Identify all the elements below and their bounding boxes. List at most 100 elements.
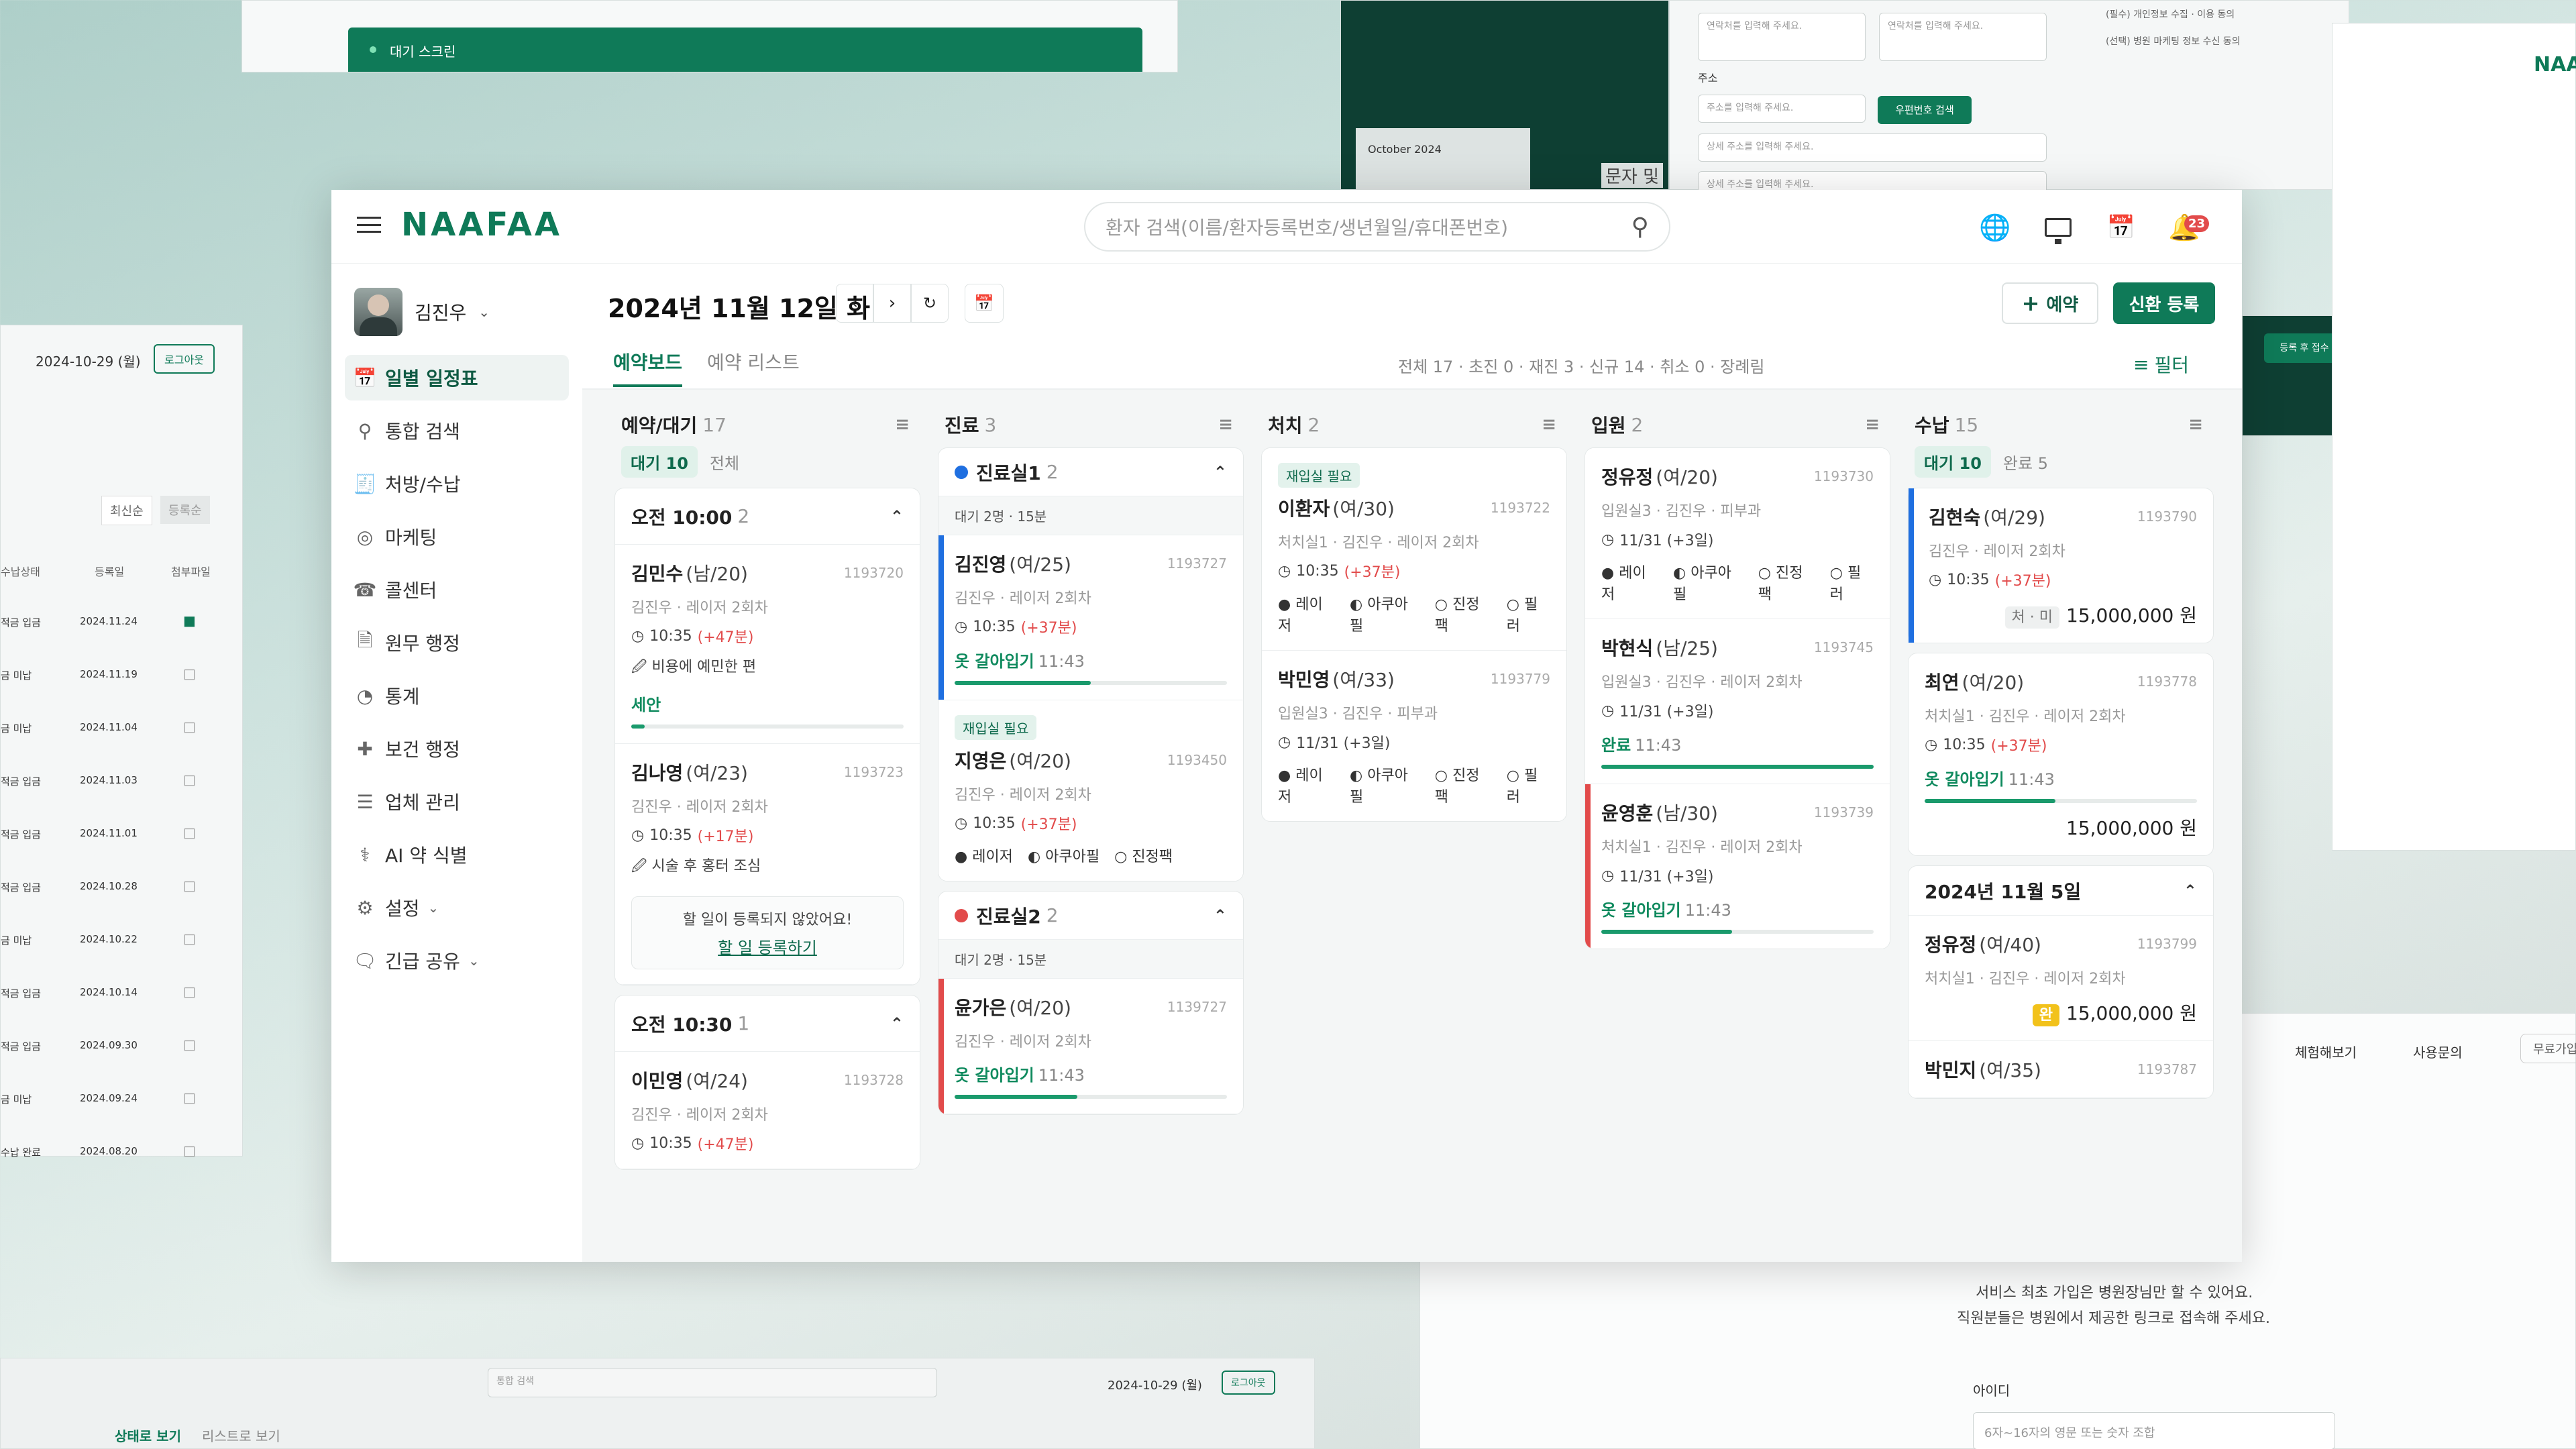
sidebar-item-11[interactable]: 🗨 긴급 공유 ⌄ bbox=[345, 938, 569, 983]
sidebar-item-10[interactable]: ⚙ 설정 ⌄ bbox=[345, 885, 569, 930]
chip-waiting[interactable]: 대기 10 bbox=[621, 445, 698, 478]
tab-list[interactable]: 예약 리스트 bbox=[707, 348, 800, 375]
chevron-up-icon[interactable]: ⌃ bbox=[1214, 906, 1227, 925]
folder-icon[interactable]: □ bbox=[183, 983, 196, 1000]
bg-form-phone-a[interactable]: 연락처를 입력해 주세요. bbox=[1698, 13, 1866, 61]
app-logo[interactable]: NAAFAA bbox=[401, 206, 562, 244]
bg-nav-try[interactable]: 체험해보기 bbox=[2295, 1042, 2357, 1061]
sidebar-item-7[interactable]: ✚ 보건 행정 bbox=[345, 726, 569, 771]
bg-nav-ask[interactable]: 사용문의 bbox=[2413, 1042, 2463, 1061]
sort-icon[interactable]: ≡ bbox=[1542, 415, 1556, 435]
payment-card[interactable]: 최연 (여/20) 1193778 처치실1 · 김진우 · 레이저 2회차 ◷ 10… bbox=[1908, 653, 2214, 856]
patient-card[interactable]: 박현식 (남/25) 1193745 입원실3 · 김진우 · 레이저 2회차 ◷ 1… bbox=[1585, 619, 1890, 784]
bg-form-detail-a[interactable]: 상세 주소를 입력해 주세요. bbox=[1698, 133, 2047, 162]
next-day-button[interactable]: › bbox=[873, 284, 911, 323]
hamburger-icon[interactable] bbox=[357, 213, 381, 237]
treatment-option[interactable]: ○ 진정팩 bbox=[1435, 592, 1492, 635]
bg-agree-optional[interactable]: (선택) 병원 마케팅 정보 수신 동의 bbox=[2106, 34, 2241, 48]
chevron-up-icon[interactable]: ⌃ bbox=[890, 507, 904, 526]
date-group-header[interactable]: 2024년 11월 5일 ⌃ bbox=[1909, 866, 2213, 916]
treatment-option[interactable]: ● 레이저 bbox=[955, 845, 1013, 866]
treatment-option[interactable]: ◐ 아쿠아필 bbox=[1673, 561, 1743, 604]
sort-icon[interactable]: ≡ bbox=[895, 415, 910, 435]
bg-agree-required[interactable]: (필수) 개인정보 수집 · 이용 동의 bbox=[2106, 7, 2235, 21]
bg-left-logout[interactable]: 로그아웃 bbox=[154, 344, 215, 374]
treatment-option[interactable]: ○ 필러 bbox=[1507, 763, 1550, 806]
payment-card[interactable]: 정유정 (여/40) 1193799 처치실1 · 김진우 · 레이저 2회차 완1… bbox=[1909, 916, 2213, 1041]
sidebar-item-4[interactable]: ☎ 콜센터 bbox=[345, 567, 569, 612]
bg-bottom-search[interactable]: 통합 검색 bbox=[488, 1368, 937, 1397]
sidebar-item-2[interactable]: 🧾 처방/수납 bbox=[345, 461, 569, 506]
prev-day-button[interactable]: ‹ bbox=[836, 284, 873, 323]
bg-bottom-tab-list[interactable]: 리스트로 보기 bbox=[202, 1426, 280, 1445]
treatment-option[interactable]: ○ 진정팩 bbox=[1758, 561, 1815, 604]
room-group-header[interactable]: 진료실2 2 ⌃ bbox=[938, 892, 1243, 940]
folder-icon[interactable]: □ bbox=[183, 877, 196, 894]
chip-waiting[interactable]: 대기 10 bbox=[1915, 445, 1991, 478]
filter-button[interactable]: ≡ 필터 bbox=[2133, 351, 2189, 378]
patient-card[interactable]: 재입실 필요 이환자 (여/30) 1193722 처치실1 · 김진우 · 레이저… bbox=[1262, 448, 1566, 651]
bg-left-sort-latest[interactable]: 최신순 bbox=[101, 496, 152, 525]
chip-done[interactable]: 완료 5 bbox=[2003, 450, 2048, 474]
add-todo-link[interactable]: 할 일 등록하기 bbox=[643, 934, 892, 958]
patient-card[interactable]: 이민영 (여/24) 1193728 김진우 · 레이저 2회차 ◷ 10:35 (+4… bbox=[615, 1052, 920, 1169]
bg-form-addr[interactable]: 주소를 입력해 주세요. bbox=[1698, 95, 1866, 123]
treatment-option[interactable]: ○ 진정팩 bbox=[1435, 763, 1492, 806]
patient-card[interactable]: 김나영 (여/23) 1193723 김진우 · 레이저 2회차 ◷ 10:35 (+1… bbox=[615, 744, 920, 985]
folder-icon[interactable]: □ bbox=[183, 718, 196, 735]
sidebar-item-9[interactable]: ⚕ AI 약 식별 bbox=[345, 832, 569, 877]
bg-bottom-tab-state[interactable]: 상태로 보기 bbox=[115, 1426, 181, 1445]
time-group-header[interactable]: 오전 10:00 2 ⌃ bbox=[615, 488, 920, 545]
date-picker-button[interactable]: 📅 bbox=[965, 284, 1004, 323]
folder-icon[interactable]: ■ bbox=[183, 612, 196, 629]
treatment-option[interactable]: ◐ 아쿠아필 bbox=[1028, 845, 1099, 866]
refresh-button[interactable]: ↻ bbox=[911, 284, 949, 323]
folder-icon[interactable]: □ bbox=[183, 1089, 196, 1106]
sidebar-item-8[interactable]: ☰ 업체 관리 bbox=[345, 779, 569, 824]
sort-icon[interactable]: ≡ bbox=[1865, 415, 1880, 435]
new-patient-button[interactable]: 신환 등록 bbox=[2113, 282, 2215, 324]
treatment-option[interactable]: ● 레이저 bbox=[1278, 763, 1335, 806]
sidebar-item-1[interactable]: ⚲ 통합 검색 bbox=[345, 408, 569, 453]
treatment-option[interactable]: ○ 진정팩 bbox=[1114, 845, 1173, 866]
bg-nav-free[interactable]: 무료가입 bbox=[2520, 1034, 2576, 1063]
patient-card[interactable]: 김진영 (여/25) 1193727 김진우 · 레이저 2회차 ◷ 10:35 (+3… bbox=[938, 535, 1243, 700]
patient-card[interactable]: 정유정 (여/20) 1193730 입원실3 · 김진우 · 피부과 ◷ 11/31… bbox=[1585, 448, 1890, 619]
chevron-up-icon[interactable]: ⌃ bbox=[2184, 881, 2197, 900]
sidebar-item-3[interactable]: ◎ 마케팅 bbox=[345, 514, 569, 559]
sidebar-item-0[interactable]: 📅 일별 일정표 bbox=[345, 355, 569, 400]
patient-card[interactable]: 윤가은 (여/20) 1139727 김진우 · 레이저 2회차 옷 갈아입기 11:… bbox=[938, 979, 1243, 1114]
bg-signup-id-input[interactable]: 6자~16자의 영문 또는 숫자 조합 bbox=[1973, 1412, 2335, 1449]
patient-card[interactable]: 윤영훈 (남/30) 1193739 처치실1 · 김진우 · 레이저 2회차 ◷ 1… bbox=[1585, 784, 1890, 949]
folder-icon[interactable]: □ bbox=[183, 771, 196, 788]
sidebar-item-5[interactable]: 🗎 원무 행정 bbox=[345, 620, 569, 665]
sort-icon[interactable]: ≡ bbox=[2188, 415, 2203, 435]
treatment-option[interactable]: ◐ 아쿠아필 bbox=[1350, 592, 1420, 635]
folder-icon[interactable]: □ bbox=[183, 665, 196, 682]
chevron-up-icon[interactable]: ⌃ bbox=[890, 1014, 904, 1033]
bg-bottom-logout[interactable]: 로그아웃 bbox=[1222, 1371, 1275, 1395]
patient-card[interactable]: 김민수 (남/20) 1193720 김진우 · 레이저 2회차 ◷ 10:35 (+4… bbox=[615, 545, 920, 744]
treatment-option[interactable]: ● 레이저 bbox=[1278, 592, 1335, 635]
bg-form-phone-b[interactable]: 연락처를 입력해 주세요. bbox=[1879, 13, 2047, 61]
bg-left-sort-reg[interactable]: 등록순 bbox=[160, 496, 210, 524]
chip-all[interactable]: 전체 bbox=[710, 450, 739, 474]
room-group-header[interactable]: 진료실1 2 ⌃ bbox=[938, 448, 1243, 496]
sidebar-item-6[interactable]: ◔ 통계 bbox=[345, 673, 569, 718]
patient-card[interactable]: 재입실 필요 지영은 (여/20) 1193450 김진우 · 레이저 2회차 ◷ 1… bbox=[938, 700, 1243, 881]
reserve-button[interactable]: + 예약 bbox=[2002, 282, 2098, 324]
user-profile[interactable]: 김진우 ⌄ bbox=[354, 288, 490, 336]
treatment-option[interactable]: ● 레이저 bbox=[1601, 561, 1658, 604]
folder-icon[interactable]: □ bbox=[183, 930, 196, 947]
treatment-option[interactable]: ○ 필러 bbox=[1507, 592, 1550, 635]
patient-card[interactable]: 박민영 (여/33) 1193779 입원실3 · 김진우 · 피부과 ◷ 11/31… bbox=[1262, 651, 1566, 821]
folder-icon[interactable]: □ bbox=[183, 824, 196, 841]
time-group-header[interactable]: 오전 10:30 1 ⌃ bbox=[615, 996, 920, 1052]
folder-icon[interactable]: □ bbox=[183, 1142, 196, 1159]
payment-card[interactable]: 박민지 (여/35) 1193787 bbox=[1909, 1041, 2213, 1098]
payment-card[interactable]: 김현숙 (여/29) 1193790 김진우 · 레이저 2회차 ◷ 10:35 (+3… bbox=[1908, 488, 2214, 643]
tab-board[interactable]: 예약보드 bbox=[613, 348, 683, 387]
treatment-option[interactable]: ◐ 아쿠아필 bbox=[1350, 763, 1420, 806]
folder-icon[interactable]: □ bbox=[183, 1036, 196, 1053]
treatment-option[interactable]: ○ 필러 bbox=[1830, 561, 1874, 604]
